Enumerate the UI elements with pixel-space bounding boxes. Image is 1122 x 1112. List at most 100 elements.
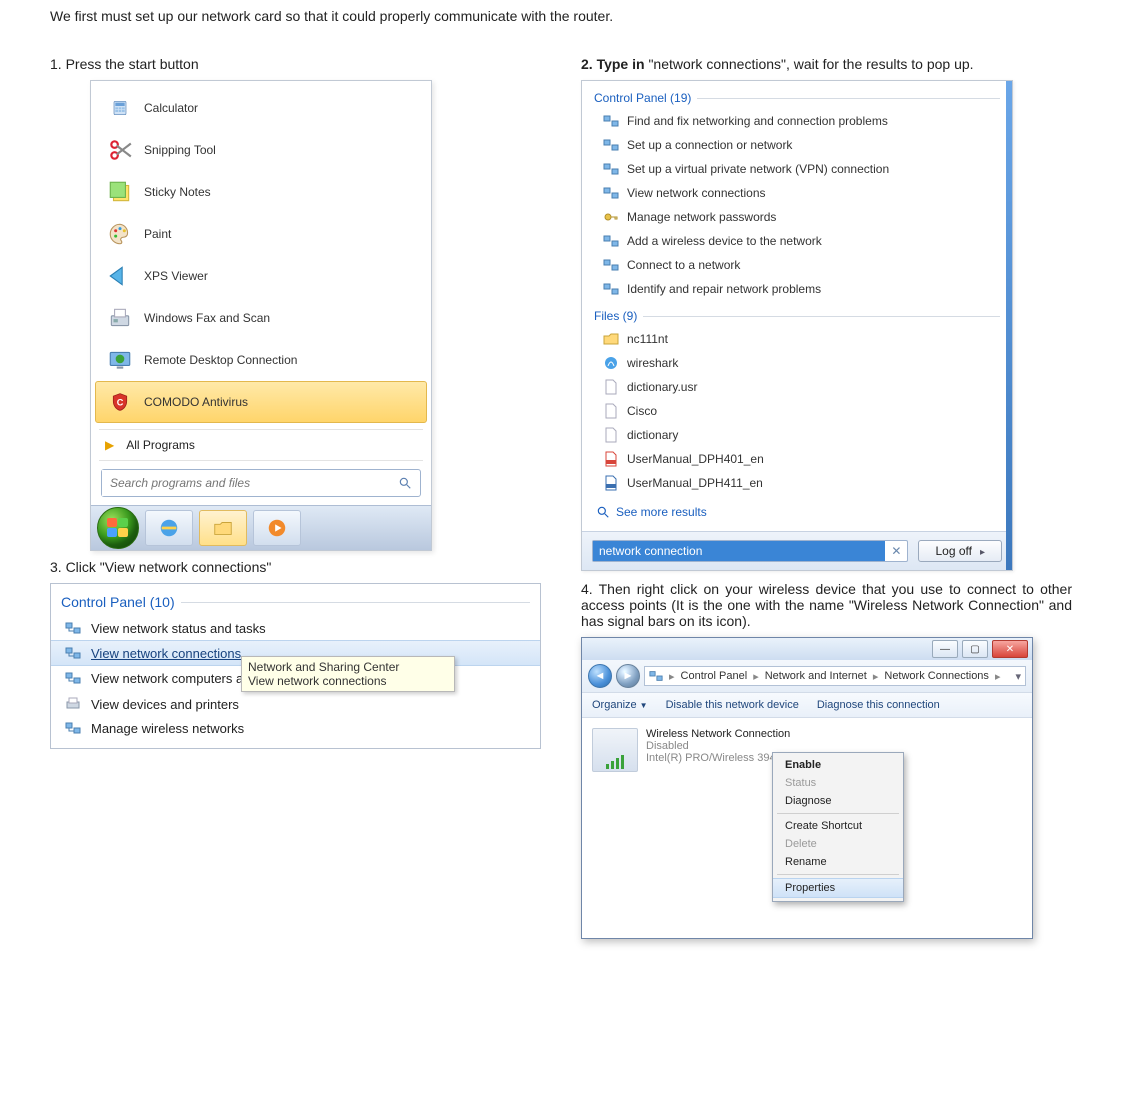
ctx-shortcut[interactable]: Create Shortcut xyxy=(773,817,903,835)
sr-file-label: dictionary.usr xyxy=(627,380,697,394)
sr-item[interactable]: Manage network passwords xyxy=(586,205,1008,229)
start-menu-xps-viewer[interactable]: XPS Viewer xyxy=(95,255,427,297)
breadcrumb-field[interactable]: ▸ Control Panel ▸ Network and Internet ▸… xyxy=(644,666,1026,686)
taskbar-media[interactable] xyxy=(253,510,301,546)
sr-cp-header: Control Panel (19) xyxy=(594,91,691,105)
sr-item-label: Manage network passwords xyxy=(627,210,776,224)
sr-file[interactable]: Cisco xyxy=(586,399,1008,423)
search-query-box[interactable]: network connection ✕ xyxy=(592,540,908,562)
sr-file-label: Cisco xyxy=(627,404,657,418)
start-menu-fax-scan[interactable]: Windows Fax and Scan xyxy=(95,297,427,339)
sr-item[interactable]: Set up a connection or network xyxy=(586,133,1008,157)
connection-name: Wireless Network Connection xyxy=(646,728,800,740)
search-query: network connection xyxy=(593,541,885,561)
menu-item-label: XPS Viewer xyxy=(144,269,208,283)
sr-file[interactable]: UserManual_DPH411_en xyxy=(586,471,1008,495)
menu-item-label: Windows Fax and Scan xyxy=(144,311,270,325)
start-menu-calculator[interactable]: Calculator xyxy=(95,87,427,129)
start-search[interactable] xyxy=(101,469,421,497)
minimize-button[interactable]: — xyxy=(932,640,958,658)
network-icon xyxy=(603,161,619,177)
chevron-down-icon[interactable]: ▾ xyxy=(1015,670,1021,683)
cp-item[interactable]: View devices and printers xyxy=(51,692,540,716)
sr-item[interactable]: Add a wireless device to the network xyxy=(586,229,1008,253)
ctx-properties[interactable]: Properties xyxy=(773,878,903,898)
start-menu-snipping-tool[interactable]: Snipping Tool xyxy=(95,129,427,171)
start-menu-paint[interactable]: Paint xyxy=(95,213,427,255)
network-icon xyxy=(65,645,81,661)
cp-item-label: View network computers a xyxy=(91,671,243,686)
menu-item-label: Sticky Notes xyxy=(144,185,211,199)
network-icon xyxy=(65,670,81,686)
start-orb[interactable] xyxy=(97,507,139,549)
see-more-results[interactable]: See more results xyxy=(582,495,1012,531)
sr-item-label: Identify and repair network problems xyxy=(627,282,821,296)
sr-file[interactable]: UserManual_DPH401_en xyxy=(586,447,1008,471)
see-more-label: See more results xyxy=(616,505,707,519)
sr-file[interactable]: dictionary.usr xyxy=(586,375,1008,399)
connection-status: Disabled xyxy=(646,740,800,752)
crumb[interactable]: Control Panel xyxy=(681,670,748,682)
sr-file-label: wireshark xyxy=(627,356,678,370)
file-icon xyxy=(603,403,619,419)
sr-file[interactable]: dictionary xyxy=(586,423,1008,447)
crumb[interactable]: Network Connections xyxy=(884,670,989,682)
logoff-button[interactable]: Log off▸ xyxy=(918,540,1002,562)
all-programs-label: All Programs xyxy=(126,438,195,452)
start-menu-comodo[interactable]: C COMODO Antivirus xyxy=(95,381,427,423)
start-menu-sticky-notes[interactable]: Sticky Notes xyxy=(95,171,427,213)
cp-item[interactable]: Manage wireless networks xyxy=(51,716,540,740)
separator xyxy=(99,429,423,430)
sr-item[interactable]: Set up a virtual private network (VPN) c… xyxy=(586,157,1008,181)
scissors-icon xyxy=(106,136,134,164)
sr-item[interactable]: Identify and repair network problems xyxy=(586,277,1008,301)
network-icon xyxy=(65,620,81,636)
menu-item-label: Calculator xyxy=(144,101,198,115)
all-programs[interactable]: ▶ All Programs xyxy=(105,438,417,452)
network-icon xyxy=(65,720,81,736)
intro-text: We first must set up our network card so… xyxy=(50,8,1072,24)
cp-item-label: View network connections xyxy=(91,646,241,661)
start-menu: Calculator Snipping Tool Sticky Notes xyxy=(90,80,432,551)
diagnose-connection[interactable]: Diagnose this connection xyxy=(817,699,940,711)
disable-device[interactable]: Disable this network device xyxy=(666,699,799,711)
sr-file[interactable]: nc111nt xyxy=(586,327,1008,351)
ctx-enable[interactable]: Enable xyxy=(773,756,903,774)
ctx-status: Status xyxy=(773,774,903,792)
taskbar-ie[interactable] xyxy=(145,510,193,546)
back-button[interactable]: ◄ xyxy=(588,664,612,688)
search-input[interactable] xyxy=(102,470,390,496)
calculator-icon xyxy=(106,94,134,122)
sr-item[interactable]: View network connections xyxy=(586,181,1008,205)
sr-file[interactable]: wireshark xyxy=(586,351,1008,375)
doc-icon xyxy=(603,475,619,491)
cp-item[interactable]: View network status and tasks xyxy=(51,616,540,640)
ctx-diagnose[interactable]: Diagnose xyxy=(773,792,903,810)
taskbar-explorer[interactable] xyxy=(199,510,247,546)
menu-item-label: Remote Desktop Connection xyxy=(144,353,297,367)
forward-button[interactable]: ► xyxy=(616,664,640,688)
sr-item[interactable]: Find and fix networking and connection p… xyxy=(586,109,1008,133)
arrow-icon: ▶ xyxy=(105,438,114,452)
app-icon xyxy=(603,355,619,371)
step3-label: 3. Click "View network connections" xyxy=(50,559,541,575)
organize-menu[interactable]: Organize ▼ xyxy=(592,699,648,711)
clear-icon[interactable]: ✕ xyxy=(885,544,907,558)
sr-item[interactable]: Connect to a network xyxy=(586,253,1008,277)
svg-text:C: C xyxy=(117,397,124,407)
titlebar: — ▢ ✕ xyxy=(582,638,1032,660)
content-area: Wireless Network Connection Disabled Int… xyxy=(582,718,1032,938)
ctx-rename[interactable]: Rename xyxy=(773,853,903,871)
maximize-button[interactable]: ▢ xyxy=(962,640,988,658)
close-button[interactable]: ✕ xyxy=(992,640,1028,658)
crumb[interactable]: Network and Internet xyxy=(765,670,867,682)
start-menu-remote-desktop[interactable]: Remote Desktop Connection xyxy=(95,339,427,381)
network-icon xyxy=(603,137,619,153)
sr-item-label: View network connections xyxy=(627,186,766,200)
separator xyxy=(777,813,899,814)
separator xyxy=(777,874,899,875)
sr-item-label: Set up a connection or network xyxy=(627,138,792,152)
step2-label: 2. Type in "network connections", wait f… xyxy=(581,56,1072,72)
step1-label: 1. Press the start button xyxy=(50,56,541,72)
menu-item-label: Paint xyxy=(144,227,171,241)
